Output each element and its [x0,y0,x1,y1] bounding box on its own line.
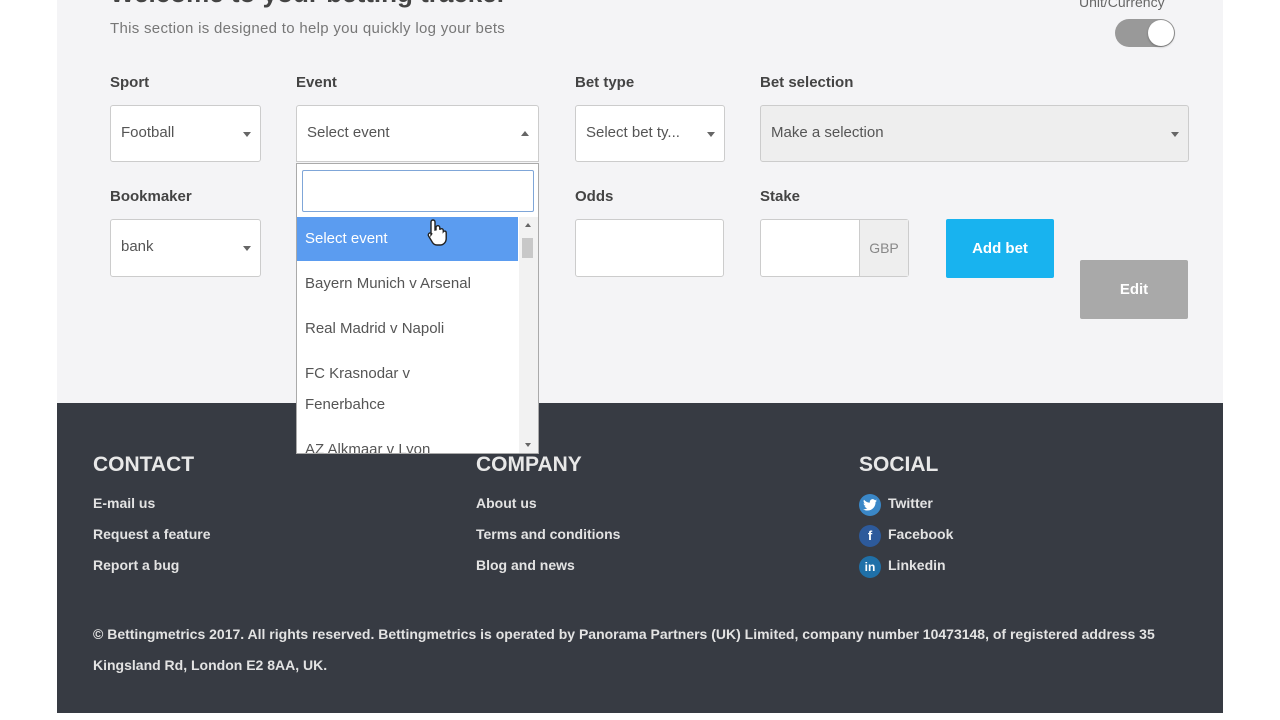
scroll-up-icon[interactable] [525,223,531,227]
scroll-down-icon[interactable] [525,443,531,447]
add-bet-button[interactable]: Add bet [946,219,1054,278]
odds-input[interactable] [575,219,724,277]
toggle-knob [1148,20,1174,46]
event-option-bayern-arsenal[interactable]: Bayern Munich v Arsenal [297,268,518,299]
footer-link-linkedin[interactable]: Linkedin [888,557,946,573]
page-title: Welcome to your betting tracker [110,0,507,9]
bookmaker-select[interactable]: bank [110,219,261,277]
facebook-icon[interactable]: f [859,525,881,547]
social-heading: SOCIAL [859,453,939,476]
bet-type-select-value: Select bet ty... [586,124,680,141]
footer-link-about[interactable]: About us [476,495,537,511]
chevron-up-icon [521,131,529,136]
bet-selection-select[interactable]: Make a selection [760,105,1189,162]
bet-type-label: Bet type [575,74,635,91]
bet-selection-label: Bet selection [760,74,854,91]
page-subtitle: This section is designed to help you qui… [110,20,506,37]
linkedin-icon[interactable]: in [859,556,881,578]
event-label: Event [296,74,337,91]
bookmaker-select-value: bank [121,238,154,255]
chevron-down-icon [243,132,251,137]
footer-link-twitter[interactable]: Twitter [888,495,933,511]
footer-link-email[interactable]: E-mail us [93,495,155,511]
chevron-down-icon [707,132,715,137]
stake-label: Stake [760,188,801,205]
bet-selection-select-value: Make a selection [771,124,884,141]
chevron-down-icon [243,246,251,251]
event-search-input[interactable] [302,170,534,212]
footer-link-blog[interactable]: Blog and news [476,557,575,573]
event-option-krasnodar-fenerbahce[interactable]: FC Krasnodar v [297,358,518,389]
sport-label: Sport [110,74,150,91]
currency-addon: GBP [859,220,908,276]
hand-cursor-icon [427,219,447,246]
contact-heading: CONTACT [93,453,195,476]
event-option-select-event[interactable]: Select event [297,217,518,261]
copyright-text: © Bettingmetrics 2017. All rights reserv… [93,626,1155,673]
bookmaker-label: Bookmaker [110,188,192,205]
edit-button[interactable]: Edit [1080,260,1188,319]
twitter-icon[interactable] [859,494,881,516]
scrollbar-thumb[interactable] [522,238,533,258]
event-option-list: Select event Bayern Munich v Arsenal Rea… [297,217,518,453]
unit-currency-toggle[interactable] [1115,19,1175,47]
footer-link-facebook[interactable]: Facebook [888,526,953,542]
footer-link-request-feature[interactable]: Request a feature [93,526,210,542]
stake-input[interactable]: GBP [760,219,909,277]
sport-select-value: Football [121,124,175,141]
event-option-madrid-napoli[interactable]: Real Madrid v Napoli [297,313,518,344]
odds-label: Odds [575,188,614,205]
footer-link-report-bug[interactable]: Report a bug [93,557,179,573]
company-heading: COMPANY [476,453,582,476]
event-option-krasnodar-fenerbahce-cont[interactable]: Fenerbahce [297,389,518,420]
footer-link-terms[interactable]: Terms and conditions [476,526,620,542]
event-option-alkmaar-lyon[interactable]: AZ Alkmaar v Lyon [297,434,518,453]
bet-tracker-panel: Welcome to your betting tracker This sec… [57,0,1223,403]
dropdown-scrollbar[interactable] [519,217,538,453]
site-footer: CONTACT E-mail us Request a feature Repo… [57,403,1223,713]
page: Welcome to your betting tracker This sec… [57,0,1223,720]
event-select[interactable]: Select event [296,105,539,162]
bet-type-select[interactable]: Select bet ty... [575,105,725,162]
unit-currency-label: Unit/Currency [1079,0,1165,10]
event-select-value: Select event [307,124,390,141]
sport-select[interactable]: Football [110,105,261,162]
chevron-down-icon [1171,132,1179,137]
event-dropdown: Select event Bayern Munich v Arsenal Rea… [296,163,539,454]
